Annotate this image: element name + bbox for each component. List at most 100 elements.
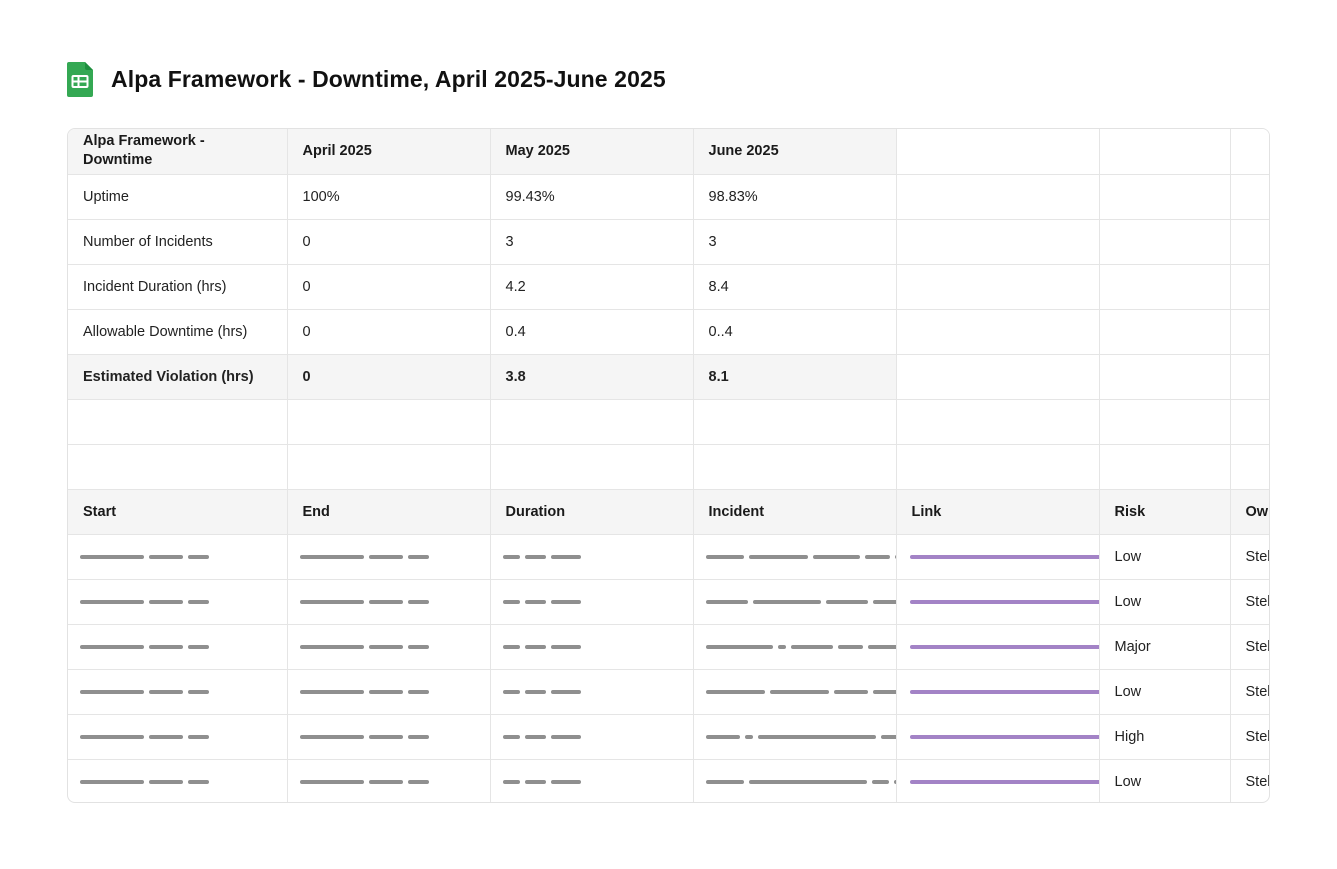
link-cell[interactable]: [896, 579, 1100, 625]
empty-cell[interactable]: [1099, 219, 1231, 265]
empty-cell[interactable]: [896, 309, 1100, 355]
empty-cell[interactable]: [1230, 219, 1269, 265]
empty-cell[interactable]: [896, 219, 1100, 265]
empty-cell[interactable]: [287, 399, 491, 445]
empty-cell[interactable]: [1230, 264, 1269, 310]
end-cell[interactable]: [287, 669, 491, 715]
start-cell[interactable]: [68, 624, 288, 670]
risk-cell[interactable]: Low: [1099, 534, 1231, 580]
end-cell[interactable]: [287, 534, 491, 580]
redacted-link[interactable]: [909, 779, 1098, 784]
start-cell[interactable]: [68, 759, 288, 802]
value-cell[interactable]: 8.1: [693, 354, 897, 400]
empty-cell[interactable]: [1099, 129, 1231, 175]
redacted-link[interactable]: [909, 599, 1098, 604]
link-cell[interactable]: [896, 669, 1100, 715]
empty-cell[interactable]: [1099, 264, 1231, 310]
row-label-cell[interactable]: Number of Incidents: [68, 219, 288, 265]
value-cell[interactable]: 0: [287, 309, 491, 355]
row-label-cell[interactable]: Allowable Downtime (hrs): [68, 309, 288, 355]
risk-cell[interactable]: Low: [1099, 759, 1231, 802]
end-cell[interactable]: [287, 579, 491, 625]
owner-cell[interactable]: Stel: [1230, 624, 1269, 670]
summary-header-cell[interactable]: April 2025: [287, 129, 491, 175]
value-cell[interactable]: 100%: [287, 174, 491, 220]
redacted-link[interactable]: [909, 734, 1098, 739]
end-cell[interactable]: [287, 624, 491, 670]
empty-cell[interactable]: [287, 444, 491, 490]
risk-cell[interactable]: Low: [1099, 669, 1231, 715]
empty-cell[interactable]: [1099, 399, 1231, 445]
value-cell[interactable]: 0: [287, 264, 491, 310]
incident-cell[interactable]: [693, 759, 897, 802]
empty-cell[interactable]: [1099, 174, 1231, 220]
incidents-header-cell[interactable]: End: [287, 489, 491, 535]
empty-cell[interactable]: [1099, 309, 1231, 355]
duration-cell[interactable]: [490, 759, 694, 802]
empty-cell[interactable]: [896, 174, 1100, 220]
empty-cell[interactable]: [1230, 354, 1269, 400]
incidents-header-cell[interactable]: Link: [896, 489, 1100, 535]
duration-cell[interactable]: [490, 579, 694, 625]
value-cell[interactable]: 98.83%: [693, 174, 897, 220]
incidents-header-cell[interactable]: Risk: [1099, 489, 1231, 535]
owner-cell[interactable]: Stel: [1230, 714, 1269, 760]
value-cell[interactable]: 0: [287, 219, 491, 265]
empty-cell[interactable]: [490, 444, 694, 490]
duration-cell[interactable]: [490, 714, 694, 760]
empty-cell[interactable]: [1099, 354, 1231, 400]
empty-cell[interactable]: [896, 399, 1100, 445]
empty-cell[interactable]: [68, 444, 288, 490]
risk-cell[interactable]: Low: [1099, 579, 1231, 625]
owner-cell[interactable]: Stel: [1230, 534, 1269, 580]
value-cell[interactable]: 3.8: [490, 354, 694, 400]
incidents-header-cell[interactable]: Duration: [490, 489, 694, 535]
summary-header-cell[interactable]: May 2025: [490, 129, 694, 175]
empty-cell[interactable]: [1099, 444, 1231, 490]
empty-cell[interactable]: [1230, 174, 1269, 220]
incident-cell[interactable]: [693, 534, 897, 580]
value-cell[interactable]: 3: [693, 219, 897, 265]
empty-cell[interactable]: [896, 444, 1100, 490]
risk-cell[interactable]: High: [1099, 714, 1231, 760]
empty-cell[interactable]: [490, 399, 694, 445]
value-cell[interactable]: 0.4: [490, 309, 694, 355]
duration-cell[interactable]: [490, 624, 694, 670]
empty-cell[interactable]: [1230, 309, 1269, 355]
row-label-cell[interactable]: Estimated Violation (hrs): [68, 354, 288, 400]
duration-cell[interactable]: [490, 669, 694, 715]
link-cell[interactable]: [896, 714, 1100, 760]
link-cell[interactable]: [896, 534, 1100, 580]
start-cell[interactable]: [68, 714, 288, 760]
redacted-link[interactable]: [909, 644, 1098, 649]
value-cell[interactable]: 3: [490, 219, 694, 265]
owner-cell[interactable]: Stel: [1230, 579, 1269, 625]
end-cell[interactable]: [287, 714, 491, 760]
redacted-link[interactable]: [909, 554, 1098, 559]
empty-cell[interactable]: [693, 399, 897, 445]
empty-cell[interactable]: [693, 444, 897, 490]
owner-cell[interactable]: Stel: [1230, 759, 1269, 802]
empty-cell[interactable]: [896, 129, 1100, 175]
empty-cell[interactable]: [1230, 399, 1269, 445]
redacted-link[interactable]: [909, 689, 1098, 694]
empty-cell[interactable]: [68, 399, 288, 445]
start-cell[interactable]: [68, 579, 288, 625]
owner-cell[interactable]: Stel: [1230, 669, 1269, 715]
incidents-header-cell[interactable]: Incident: [693, 489, 897, 535]
value-cell[interactable]: 0: [287, 354, 491, 400]
incident-cell[interactable]: [693, 579, 897, 625]
empty-cell[interactable]: [1230, 129, 1269, 175]
empty-cell[interactable]: [896, 354, 1100, 400]
summary-header-cell[interactable]: Alpa Framework - Downtime: [68, 129, 288, 175]
value-cell[interactable]: 4.2: [490, 264, 694, 310]
incident-cell[interactable]: [693, 624, 897, 670]
incidents-header-cell[interactable]: Start: [68, 489, 288, 535]
value-cell[interactable]: 8.4: [693, 264, 897, 310]
link-cell[interactable]: [896, 759, 1100, 802]
value-cell[interactable]: 0..4: [693, 309, 897, 355]
duration-cell[interactable]: [490, 534, 694, 580]
row-label-cell[interactable]: Uptime: [68, 174, 288, 220]
value-cell[interactable]: 99.43%: [490, 174, 694, 220]
start-cell[interactable]: [68, 669, 288, 715]
